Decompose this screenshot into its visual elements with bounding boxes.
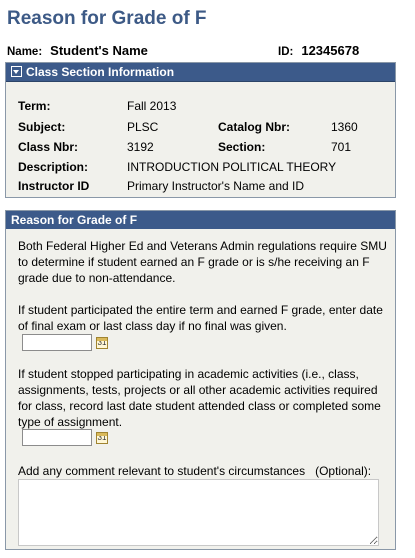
instructor-id-value: Primary Instructor's Name and ID <box>127 179 305 193</box>
reason-panel: Reason for Grade of F Both Federal Highe… <box>5 210 396 550</box>
calendar-icon[interactable]: 31 <box>96 432 108 444</box>
section-label: Section: <box>218 140 266 154</box>
class-section-panel: Class Section Information Term: Fall 201… <box>5 62 396 198</box>
reason-header: Reason for Grade of F <box>6 211 395 229</box>
collapse-toggle-icon[interactable] <box>11 66 22 78</box>
page-title: Reason for Grade of F <box>7 8 207 29</box>
class-nbr-value: 3192 <box>127 140 154 154</box>
instructor-id-label: Instructor ID <box>18 179 90 193</box>
student-id: 12345678 <box>301 43 360 58</box>
id-label: ID: <box>278 46 294 58</box>
student-name: Student's Name <box>50 43 148 58</box>
final-exam-date-question: If student participated the entire term … <box>18 303 383 333</box>
term-value: Fall 2013 <box>127 99 177 113</box>
subject-label: Subject: <box>18 120 66 134</box>
description-value: INTRODUCTION POLITICAL THEORY <box>127 160 337 174</box>
comment-textarea[interactable] <box>18 479 379 546</box>
section-value: 701 <box>331 140 352 154</box>
term-label: Term: <box>18 99 51 113</box>
last-attended-date-input[interactable] <box>22 429 92 446</box>
class-nbr-label: Class Nbr: <box>18 140 79 154</box>
final-exam-date-input[interactable] <box>22 334 92 351</box>
subject-value: PLSC <box>127 120 159 134</box>
class-section-header[interactable]: Class Section Information <box>6 63 395 82</box>
class-section-header-label: Class Section Information <box>26 65 175 79</box>
regulation-intro-text: Both Federal Higher Ed and Veterans Admi… <box>18 239 387 285</box>
calendar-icon[interactable]: 31 <box>96 337 108 349</box>
catalog-nbr-value: 1360 <box>331 120 358 134</box>
description-label: Description: <box>18 160 89 174</box>
student-name-row: Name: Student's Name <box>7 43 148 58</box>
comment-label: Add any comment relevant to student's ci… <box>18 464 372 478</box>
student-id-row: ID: 12345678 <box>278 43 359 58</box>
catalog-nbr-label: Catalog Nbr: <box>218 120 290 134</box>
last-attended-date-question: If student stopped participating in acad… <box>18 367 381 429</box>
name-label: Name: <box>7 46 43 58</box>
